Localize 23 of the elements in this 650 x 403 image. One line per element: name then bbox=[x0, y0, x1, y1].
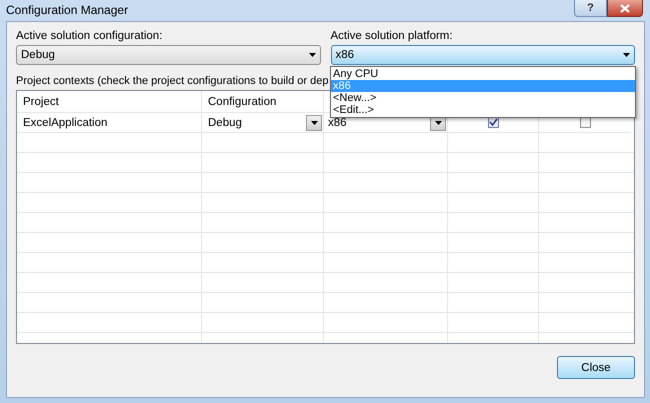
caret-icon bbox=[434, 120, 442, 124]
dropdown-option[interactable]: Any CPU bbox=[331, 68, 635, 80]
field-label: Active solution configuration: bbox=[16, 30, 164, 42]
dropdown-option[interactable]: <New...> bbox=[331, 92, 635, 104]
close-button[interactable]: Close bbox=[557, 356, 635, 379]
platform-dropdown[interactable]: x86 bbox=[330, 45, 635, 65]
dropdown-option[interactable]: <Edit...> bbox=[331, 104, 635, 116]
close-icon bbox=[620, 4, 630, 12]
dropdown-button[interactable] bbox=[306, 114, 322, 130]
window-title: Configuration Manager bbox=[6, 2, 128, 17]
field-label: Active solution platform: bbox=[330, 30, 454, 42]
configuration-dropdown[interactable]: Debug bbox=[16, 45, 320, 65]
caret-icon bbox=[308, 53, 316, 57]
checkbox[interactable] bbox=[580, 117, 590, 128]
table-cell: ExcelApplication bbox=[17, 113, 202, 133]
section-label: Project contexts (check the project configurations to build or dep bbox=[16, 75, 328, 89]
caret-icon bbox=[623, 53, 630, 57]
checkbox[interactable] bbox=[488, 117, 498, 128]
table-cell: Debug bbox=[208, 116, 242, 128]
close-window-button[interactable] bbox=[607, 0, 643, 17]
caret-icon bbox=[310, 120, 318, 124]
help-button[interactable]: ? bbox=[574, 0, 607, 17]
table-cell: x86 bbox=[328, 116, 347, 128]
